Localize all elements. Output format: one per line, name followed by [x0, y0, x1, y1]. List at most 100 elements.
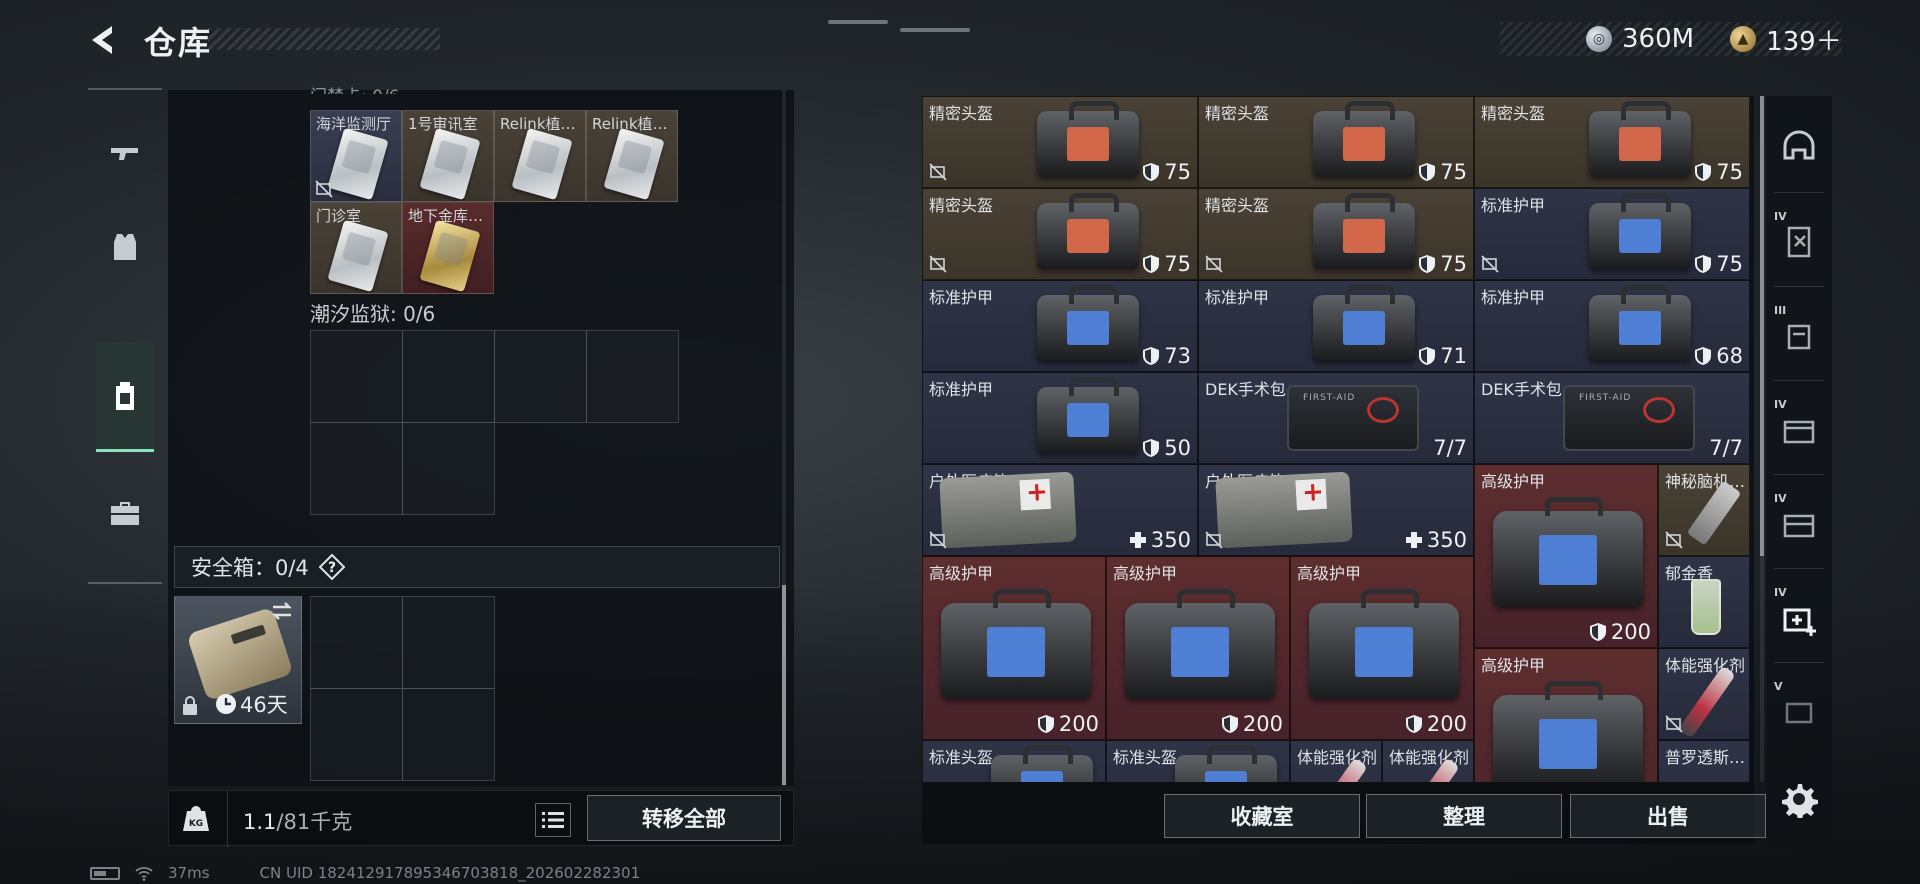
empty-slot[interactable] [402, 688, 495, 781]
empty-slot[interactable] [310, 596, 403, 689]
armor-icon [1785, 702, 1813, 724]
keycard-slot[interactable]: 1号审讯室 [402, 110, 494, 202]
armor-icon [1787, 324, 1811, 350]
stash-item-slot[interactable]: 户外医疗箱350 [922, 464, 1198, 556]
stash-item-slot[interactable]: 标准护甲 50 [922, 372, 1198, 464]
shield-icon [1695, 347, 1712, 365]
stash-item-slot[interactable]: 神秘脑机… [1658, 464, 1750, 556]
item-name: 高级护甲 [1481, 656, 1546, 675]
empty-slot[interactable] [402, 596, 495, 689]
tier4-bag-filter-tab[interactable]: IV [1774, 398, 1824, 458]
scrollbar-thumb[interactable] [782, 585, 786, 785]
stash-item-slot[interactable]: 标准护甲 71 [1198, 280, 1474, 372]
stash-item-slot[interactable]: 标准护甲 68 [1474, 280, 1750, 372]
gold-coin-icon: ▲ [1730, 26, 1757, 52]
helmet-filter-tab[interactable] [1774, 120, 1824, 176]
no-trade-icon [1665, 715, 1683, 733]
item-value: 75 [1418, 160, 1467, 184]
empty-slot[interactable] [402, 330, 495, 423]
item-value: 350 [1129, 528, 1191, 552]
help-icon[interactable]: ? [317, 552, 347, 582]
stash-item-slot[interactable]: 标准头盔 [1106, 740, 1290, 782]
shield-icon [1419, 255, 1436, 273]
gear-tab[interactable] [96, 218, 154, 276]
stash-item-slot[interactable]: 高级护甲 [1474, 648, 1658, 782]
tier5-filter-tab[interactable]: V [1774, 680, 1824, 740]
stash-item-slot[interactable]: 标准护甲 73 [922, 280, 1198, 372]
item-name: Relink植… [592, 115, 668, 133]
no-trade-icon [929, 255, 947, 273]
stash-item-slot[interactable]: 高级护甲 200 [922, 556, 1106, 740]
armor-image [1313, 193, 1415, 269]
keycard-slot[interactable]: 海洋监测厅 [310, 110, 402, 202]
empty-slot[interactable] [310, 330, 403, 423]
lock-icon [183, 696, 197, 715]
keycard-slot[interactable]: 门诊室 [310, 202, 402, 294]
item-name: 高级护甲 [1481, 472, 1546, 491]
clock-icon [216, 694, 236, 714]
stash-item-slot[interactable]: 高级护甲 200 [1474, 464, 1658, 648]
field-medkit-image [1215, 471, 1353, 549]
no-trade-icon [929, 163, 947, 181]
tier4-bag2-filter-tab[interactable]: IV [1774, 492, 1824, 552]
wifi-icon [135, 867, 153, 881]
list-view-button[interactable] [535, 803, 571, 837]
weapons-tab[interactable] [96, 126, 154, 184]
keycard-slot[interactable]: Relink植… [494, 110, 586, 202]
settings-gear-icon[interactable] [1780, 780, 1818, 818]
case-tab[interactable] [96, 484, 154, 542]
swap-icon[interactable] [269, 601, 295, 621]
no-trade-icon [1481, 255, 1499, 273]
empty-slot[interactable] [402, 422, 495, 515]
tier4-armor-filter-tab[interactable]: IV [1774, 210, 1824, 270]
transfer-all-button[interactable]: 转移全部 [587, 795, 781, 841]
item-name: 普罗透斯… [1665, 748, 1746, 767]
stash-item-slot[interactable]: 高级护甲 200 [1106, 556, 1290, 740]
back-arrow-icon[interactable] [86, 22, 122, 58]
stash-item-slot[interactable]: 精密头盔 75 [922, 188, 1198, 280]
stash-item-slot[interactable]: 标准护甲 75 [1474, 188, 1750, 280]
tier4-add-filter-tab[interactable]: IV [1774, 586, 1824, 646]
stash-item-slot[interactable]: 标准头盔 [922, 740, 1106, 782]
empty-slot[interactable] [586, 330, 679, 423]
keycard-slot[interactable]: Relink植… [586, 110, 678, 202]
ping-text: 37ms [168, 864, 210, 882]
stash-item-slot[interactable]: 体能强化剂 [1290, 740, 1382, 782]
item-value: 75 [1142, 160, 1191, 184]
keycard-image [327, 219, 389, 293]
shield-icon [1143, 347, 1160, 365]
empty-slot[interactable] [310, 422, 403, 515]
no-trade-icon [1665, 531, 1683, 549]
empty-slot[interactable] [310, 688, 403, 781]
sort-button[interactable]: 整理 [1366, 794, 1562, 838]
stash-item-slot[interactable]: DEK手术包7/7 [1198, 372, 1474, 464]
heavy-armor-image [1493, 497, 1643, 607]
stash-item-slot[interactable]: 精密头盔 75 [922, 96, 1198, 188]
collection-room-button[interactable]: 收藏室 [1164, 794, 1360, 838]
stash-item-slot[interactable]: 精密头盔 75 [1198, 188, 1474, 280]
stash-item-slot[interactable]: 户外医疗箱350 [1198, 464, 1474, 556]
armor-image [1589, 193, 1691, 269]
item-name: 体能强化剂 [1665, 656, 1746, 675]
stash-item-slot[interactable]: 体能强化剂 [1658, 648, 1750, 740]
weight-bar: KG 1.1/81千克 转移全部 [168, 790, 794, 847]
stash-item-slot[interactable]: 高级护甲 200 [1290, 556, 1474, 740]
item-name: 体能强化剂 [1297, 748, 1378, 767]
stash-item-slot[interactable]: 普罗透斯… [1658, 740, 1750, 782]
backpack-tab[interactable] [96, 342, 154, 452]
safe-box-container[interactable]: 46天 [174, 596, 302, 724]
stash-item-slot[interactable]: 精密头盔 75 [1198, 96, 1474, 188]
empty-slot[interactable] [494, 330, 587, 423]
stash-item-slot[interactable]: 郁金香 [1658, 556, 1750, 648]
stash-item-slot[interactable]: DEK手术包7/7 [1474, 372, 1750, 464]
tier3-armor-filter-tab[interactable]: III [1774, 304, 1824, 364]
keycard-slot[interactable]: 地下金库… [402, 202, 494, 294]
gold-currency-value[interactable]: 139＋ [1766, 21, 1842, 58]
stash-scrollbar-thumb[interactable] [1760, 96, 1764, 556]
bag-icon [1783, 514, 1815, 538]
silver-currency-value: 360M [1622, 24, 1695, 54]
sell-button[interactable]: 出售 [1570, 794, 1766, 838]
timer-text: 46天 [240, 693, 288, 717]
stash-item-slot[interactable]: 精密头盔 75 [1474, 96, 1750, 188]
stash-item-slot[interactable]: 体能强化剂 [1382, 740, 1474, 782]
